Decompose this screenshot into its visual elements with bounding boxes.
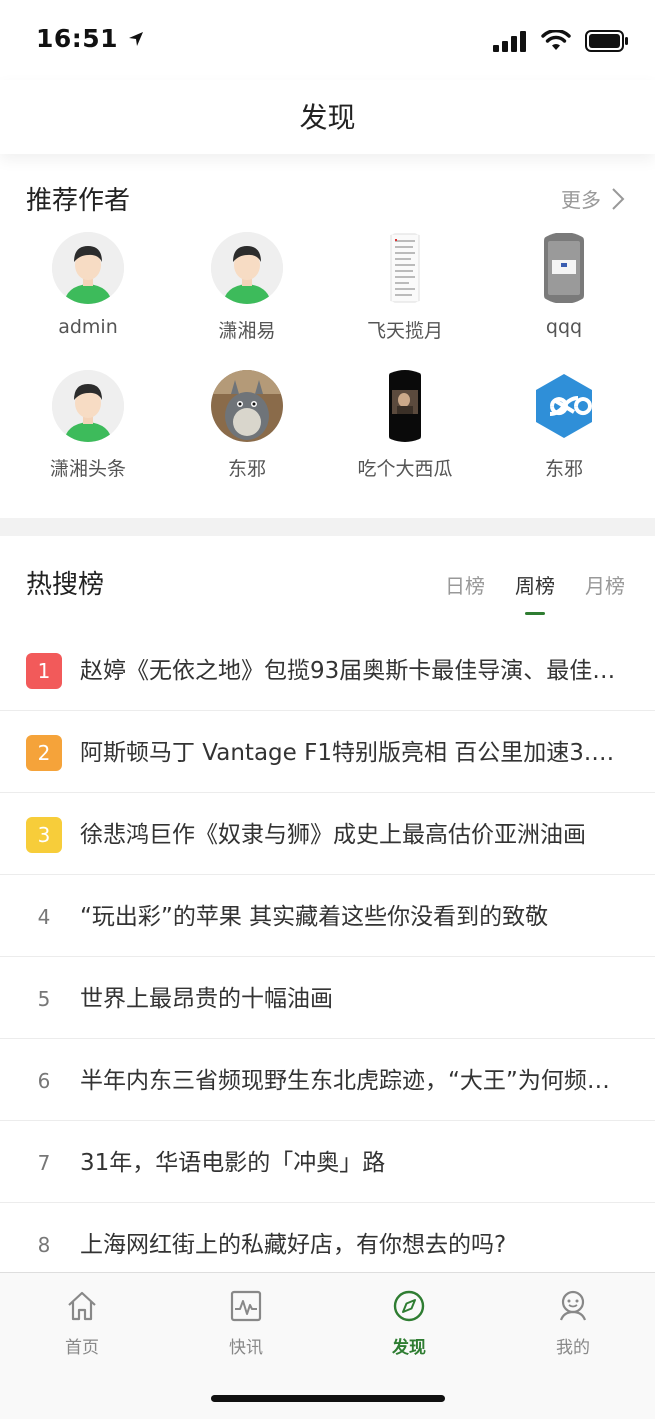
battery-icon bbox=[585, 30, 628, 52]
more-label: 更多 bbox=[561, 188, 601, 212]
hot-item-title: “玩出彩”的苹果 其实藏着这些你没看到的致敬 bbox=[80, 904, 549, 930]
author-name: 潇湘易 bbox=[218, 320, 276, 342]
rank-number: 7 bbox=[37, 1151, 51, 1175]
hot-item-title: 世界上最昂贵的十幅油画 bbox=[80, 986, 333, 1012]
rank-badge: 2 bbox=[26, 735, 62, 771]
author-name: 飞天揽月 bbox=[366, 320, 443, 342]
hot-item-title: 徐悲鸿巨作《奴隶与狮》成史上最高估价亚洲油画 bbox=[80, 822, 586, 848]
status-bar: 16:51 bbox=[0, 0, 655, 80]
document-thumbnail-image bbox=[369, 232, 441, 304]
chevron-right-icon bbox=[612, 187, 625, 210]
rank-number: 8 bbox=[37, 1233, 51, 1257]
tabbar-item-discover[interactable]: 发现 bbox=[359, 1289, 459, 1358]
author-item[interactable]: 潇湘易 bbox=[167, 232, 327, 343]
home-indicator[interactable] bbox=[211, 1395, 445, 1402]
tab-daily[interactable]: 日榜 bbox=[445, 570, 485, 599]
compass-icon bbox=[393, 1290, 425, 1322]
tabbar-label: 发现 bbox=[392, 1338, 426, 1358]
hot-item-title: 阿斯顿马丁 Vantage F1特别版亮相 百公里加速3.5秒 bbox=[80, 740, 627, 766]
recommended-authors-section: 推荐作者 更多 admin 潇湘易 飞天揽月 qqq 潇湘头条 东邪 吃个大西瓜… bbox=[0, 154, 655, 518]
tabbar-label: 首页 bbox=[65, 1338, 99, 1358]
rank-number: 5 bbox=[37, 987, 51, 1011]
rank-number: 6 bbox=[37, 1069, 51, 1093]
rank-tabs: 日榜 周榜 月榜 bbox=[445, 570, 625, 615]
hot-item-title: 赵婷《无依之地》包揽93届奥斯卡最佳导演、最佳影片、最佳女主角 bbox=[80, 658, 627, 684]
default-avatar-icon bbox=[211, 232, 283, 304]
author-item[interactable]: 东邪 bbox=[167, 370, 327, 481]
tab-monthly[interactable]: 月榜 bbox=[585, 570, 625, 599]
pulse-icon bbox=[230, 1290, 262, 1322]
rank-badge: 1 bbox=[26, 653, 62, 689]
wifi-icon bbox=[541, 30, 571, 50]
author-name: 东邪 bbox=[544, 458, 583, 480]
more-authors-link[interactable]: 更多 bbox=[561, 184, 625, 213]
blue-hexagon-logo-image bbox=[528, 370, 600, 442]
author-name: admin bbox=[58, 316, 118, 338]
author-name: 吃个大西瓜 bbox=[357, 458, 453, 480]
rank-number: 4 bbox=[37, 905, 51, 929]
user-icon bbox=[559, 1290, 587, 1321]
tabbar-item-news[interactable]: 快讯 bbox=[196, 1289, 296, 1358]
hot-list-item[interactable]: 8 上海网红街上的私藏好店，有你想去的吗? bbox=[0, 1203, 655, 1272]
author-name: qqq bbox=[545, 316, 583, 338]
tabbar-item-mine[interactable]: 我的 bbox=[523, 1289, 623, 1358]
status-indicators bbox=[493, 26, 629, 56]
hot-item-title: 31年，华语电影的「冲奥」路 bbox=[80, 1150, 386, 1176]
tabbar-label: 快讯 bbox=[229, 1338, 263, 1358]
section-divider bbox=[0, 518, 655, 536]
dark-phone-photo-image bbox=[369, 370, 441, 442]
signal-icon bbox=[493, 31, 526, 52]
tabbar-label: 我的 bbox=[556, 1338, 590, 1358]
hot-item-title: 半年内东三省频现野生东北虎踪迹，“大王”为何频频下山 bbox=[80, 1068, 627, 1094]
phone-thumbnail-image bbox=[528, 232, 600, 304]
hot-list-item[interactable]: 7 31年，华语电影的「冲奥」路 bbox=[0, 1121, 655, 1203]
default-avatar-icon bbox=[52, 370, 124, 442]
nav-header: 发现 bbox=[0, 80, 655, 154]
hot-list-item[interactable]: 6 半年内东三省频现野生东北虎踪迹，“大王”为何频频下山 bbox=[0, 1039, 655, 1121]
home-icon bbox=[68, 1291, 96, 1321]
author-item[interactable]: 飞天揽月 bbox=[325, 232, 485, 343]
author-item[interactable]: 东邪 bbox=[484, 370, 644, 481]
author-item[interactable]: qqq bbox=[484, 232, 644, 338]
hot-list-item[interactable]: 4 “玩出彩”的苹果 其实藏着这些你没看到的致敬 bbox=[0, 875, 655, 957]
location-arrow-icon bbox=[129, 32, 144, 46]
hot-item-title: 上海网红街上的私藏好店，有你想去的吗? bbox=[80, 1232, 507, 1258]
hot-list-item[interactable]: 3 徐悲鸿巨作《奴隶与狮》成史上最高估价亚洲油画 bbox=[0, 793, 655, 875]
bottom-tab-bar: 首页 快讯 发现 我的 bbox=[0, 1272, 655, 1419]
hot-list: 1 赵婷《无依之地》包揽93届奥斯卡最佳导演、最佳影片、最佳女主角 2 阿斯顿马… bbox=[0, 629, 655, 1272]
hot-search-section: 热搜榜 日榜 周榜 月榜 1 赵婷《无依之地》包揽93届奥斯卡最佳导演、最佳影片… bbox=[0, 536, 655, 1272]
hot-list-item[interactable]: 5 世界上最昂贵的十幅油画 bbox=[0, 957, 655, 1039]
author-name: 东邪 bbox=[227, 458, 266, 480]
rank-badge: 3 bbox=[26, 817, 62, 853]
page-title: 发现 bbox=[299, 101, 356, 134]
default-avatar-icon bbox=[52, 232, 124, 304]
author-name: 潇湘头条 bbox=[49, 458, 126, 480]
author-item[interactable]: 潇湘头条 bbox=[8, 370, 168, 481]
author-item[interactable]: 吃个大西瓜 bbox=[325, 370, 485, 481]
tab-weekly[interactable]: 周榜 bbox=[515, 570, 555, 615]
section-title-authors: 推荐作者 bbox=[26, 186, 131, 216]
hot-list-item[interactable]: 2 阿斯顿马丁 Vantage F1特别版亮相 百公里加速3.5秒 bbox=[0, 711, 655, 793]
tabbar-item-home[interactable]: 首页 bbox=[32, 1289, 132, 1358]
author-item[interactable]: admin bbox=[8, 232, 168, 338]
hot-list-item[interactable]: 1 赵婷《无依之地》包揽93届奥斯卡最佳导演、最佳影片、最佳女主角 bbox=[0, 629, 655, 711]
totoro-photo-image bbox=[211, 370, 283, 442]
section-title-hot: 热搜榜 bbox=[26, 570, 105, 600]
status-time: 16:51 bbox=[36, 24, 145, 53]
